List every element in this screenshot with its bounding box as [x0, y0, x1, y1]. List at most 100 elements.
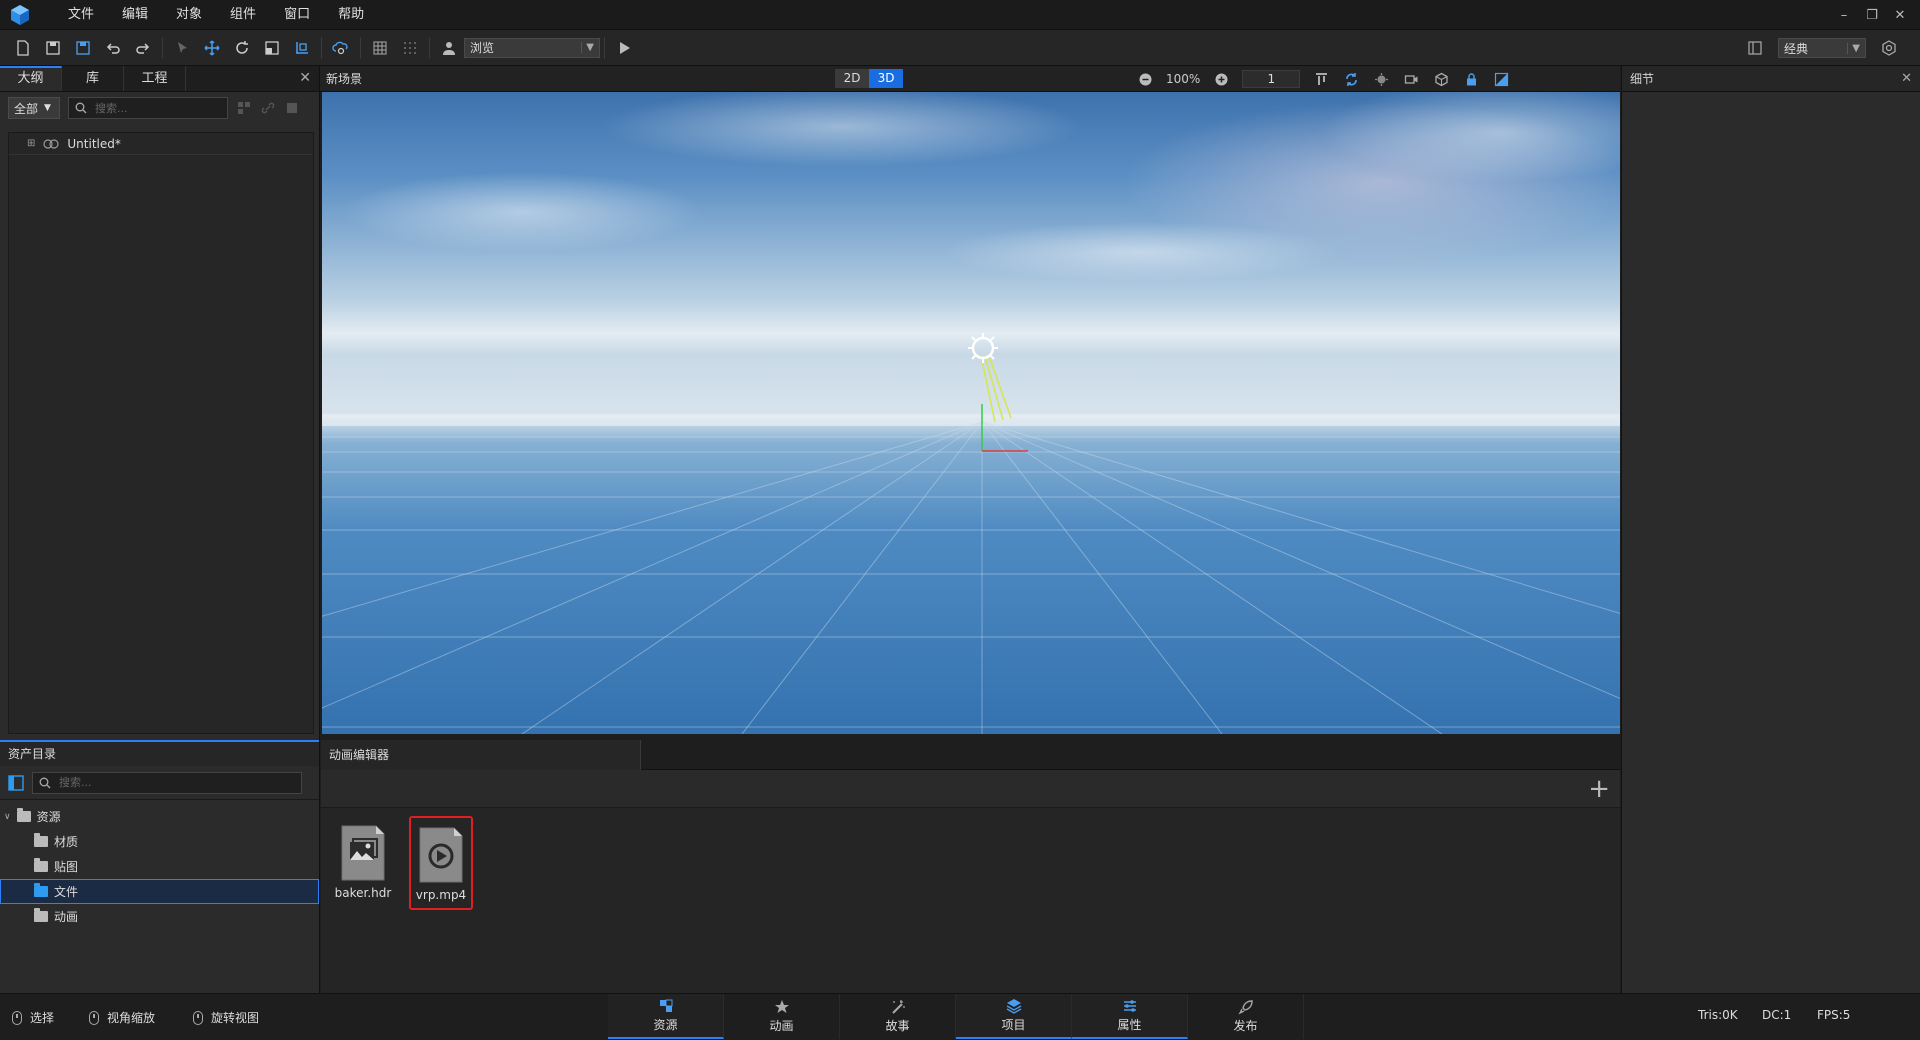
redo-icon[interactable] — [128, 33, 158, 63]
nav-tab-animation[interactable]: 动画 — [724, 994, 840, 1039]
zoom-level: 100% — [1166, 72, 1201, 86]
transform-space-icon[interactable] — [287, 33, 317, 63]
hint-label: 视角缩放 — [107, 1011, 156, 1025]
menu-file[interactable]: 文件 — [54, 0, 108, 30]
draw-call-count: DC:1 — [1762, 1008, 1792, 1022]
tab-animation-editor[interactable]: 动画编辑器 — [321, 739, 641, 770]
lock-view-icon[interactable] — [1456, 66, 1486, 92]
mode-select[interactable]: 浏览 ▼ — [464, 37, 600, 58]
chevron-down-icon[interactable]: ∨ — [4, 812, 11, 822]
minimize-button[interactable]: – — [1830, 8, 1858, 23]
sync-view-icon[interactable] — [1336, 66, 1366, 92]
asset-grid: baker.hdr vrp.mp4 — [331, 816, 473, 910]
nav-tab-properties[interactable]: 属性 — [1072, 994, 1188, 1039]
viewer-person-icon — [434, 33, 464, 63]
save-as-icon[interactable] — [68, 33, 98, 63]
layout-icon[interactable] — [1740, 33, 1770, 63]
dimension-toggle: 2D 3D — [835, 69, 903, 88]
nav-tab-project[interactable]: 项目 — [956, 994, 1072, 1039]
delete-icon[interactable] — [284, 100, 300, 116]
menu-component[interactable]: 组件 — [216, 0, 270, 30]
toggle-2d-button[interactable]: 2D — [835, 69, 869, 88]
close-icon[interactable]: ✕ — [299, 70, 311, 86]
close-window-button[interactable]: ✕ — [1886, 8, 1914, 23]
rotate-icon[interactable] — [227, 33, 257, 63]
tab-project[interactable]: 工程 — [124, 66, 186, 91]
menu-help[interactable]: 帮助 — [324, 0, 378, 30]
scale-icon[interactable] — [257, 33, 287, 63]
asset-directory-title: 资产目录 — [0, 740, 319, 766]
asset-item-selected[interactable]: vrp.mp4 — [409, 816, 473, 910]
folder-open-icon — [16, 808, 31, 822]
display-mode-icon[interactable] — [1486, 66, 1516, 92]
expand-all-icon[interactable] — [236, 100, 252, 116]
hint-rotate: 旋转视图 — [193, 1009, 259, 1026]
nav-tab-publish[interactable]: 发布 — [1188, 994, 1304, 1039]
tree-item-label: 贴图 — [54, 860, 79, 874]
details-title: 细节 — [1630, 72, 1655, 86]
light-bulb-icon[interactable] — [1366, 66, 1396, 92]
menu-edit[interactable]: 编辑 — [108, 0, 162, 30]
asset-item[interactable]: baker.hdr — [331, 816, 395, 910]
asset-search-input[interactable] — [59, 776, 279, 789]
expand-icon[interactable]: ⊞ — [27, 138, 35, 149]
panel-toggle-icon[interactable] — [8, 774, 24, 791]
tree-item-files[interactable]: 文件 — [0, 879, 319, 904]
layout-select[interactable]: 经典 ▼ — [1778, 38, 1866, 58]
toolbar-divider — [162, 36, 163, 59]
tree-item-materials[interactable]: 材质 — [0, 829, 319, 854]
chevron-down-icon: ▼ — [44, 103, 51, 113]
menu-object[interactable]: 对象 — [162, 0, 216, 30]
zoom-in-icon[interactable] — [1206, 66, 1236, 92]
nav-tab-resources[interactable]: 资源 — [608, 994, 724, 1039]
tree-item-root[interactable]: ∨ 资源 — [0, 804, 319, 829]
asset-label: vrp.mp4 — [415, 888, 467, 902]
snap-grid-icon[interactable] — [395, 33, 425, 63]
close-icon[interactable]: ✕ — [1901, 71, 1912, 86]
toggle-3d-button[interactable]: 3D — [869, 69, 903, 88]
layers-icon — [1006, 999, 1021, 1014]
zoom-out-icon[interactable] — [1130, 66, 1160, 92]
tab-outline[interactable]: 大纲 — [0, 66, 62, 91]
restore-button[interactable]: ❐ — [1858, 8, 1886, 23]
outline-filter-select[interactable]: 全部 ▼ — [8, 97, 60, 119]
hint-zoom: 视角缩放 — [89, 1009, 155, 1026]
sliders-icon — [1123, 1000, 1136, 1012]
tab-library[interactable]: 库 — [62, 66, 124, 91]
cube-icon[interactable] — [1426, 66, 1456, 92]
status-bar: 选择 视角缩放 旋转视图 资源 动画 故事 项目 属性 发布 Tris:0K D… — [0, 993, 1920, 1040]
outline-search-input[interactable] — [95, 101, 205, 115]
tree-item-textures[interactable]: 贴图 — [0, 854, 319, 879]
tree-row[interactable]: ⊞ Untitled* — [9, 133, 313, 155]
add-icon[interactable]: + — [1588, 776, 1610, 802]
move-icon[interactable] — [197, 33, 227, 63]
layout-select-value: 经典 — [1784, 41, 1809, 56]
bottom-nav: 资源 动画 故事 项目 属性 发布 — [608, 994, 1304, 1039]
outline-search[interactable] — [68, 97, 228, 119]
select-cursor-icon[interactable] — [167, 33, 197, 63]
undo-icon[interactable] — [98, 33, 128, 63]
asset-search[interactable] — [32, 771, 302, 794]
app-logo-icon[interactable] — [8, 3, 32, 27]
save-icon[interactable] — [38, 33, 68, 63]
tree-item-label: 资源 — [36, 810, 61, 824]
align-top-icon[interactable] — [1306, 66, 1336, 92]
new-file-icon[interactable] — [8, 33, 38, 63]
link-icon[interactable] — [260, 100, 276, 116]
menu-window[interactable]: 窗口 — [270, 0, 324, 30]
nav-tab-label: 故事 — [885, 1019, 910, 1033]
outline-tree: ⊞ Untitled* — [8, 132, 314, 734]
mouse-wheel-icon — [89, 1010, 99, 1025]
play-icon[interactable] — [609, 33, 639, 63]
cloud-render-icon[interactable] — [326, 33, 356, 63]
outline-tabs: 大纲 库 工程 ✕ — [0, 66, 319, 92]
mouse-left-icon — [12, 1010, 22, 1025]
scene-viewport[interactable] — [322, 92, 1620, 734]
settings-icon[interactable] — [1874, 33, 1904, 63]
hint-label: 选择 — [30, 1011, 55, 1025]
tree-item-animations[interactable]: 动画 — [0, 904, 319, 929]
frame-input[interactable]: 1 — [1242, 70, 1301, 88]
camera-icon[interactable] — [1396, 66, 1426, 92]
nav-tab-story[interactable]: 故事 — [840, 994, 956, 1039]
grid-icon[interactable] — [365, 33, 395, 63]
